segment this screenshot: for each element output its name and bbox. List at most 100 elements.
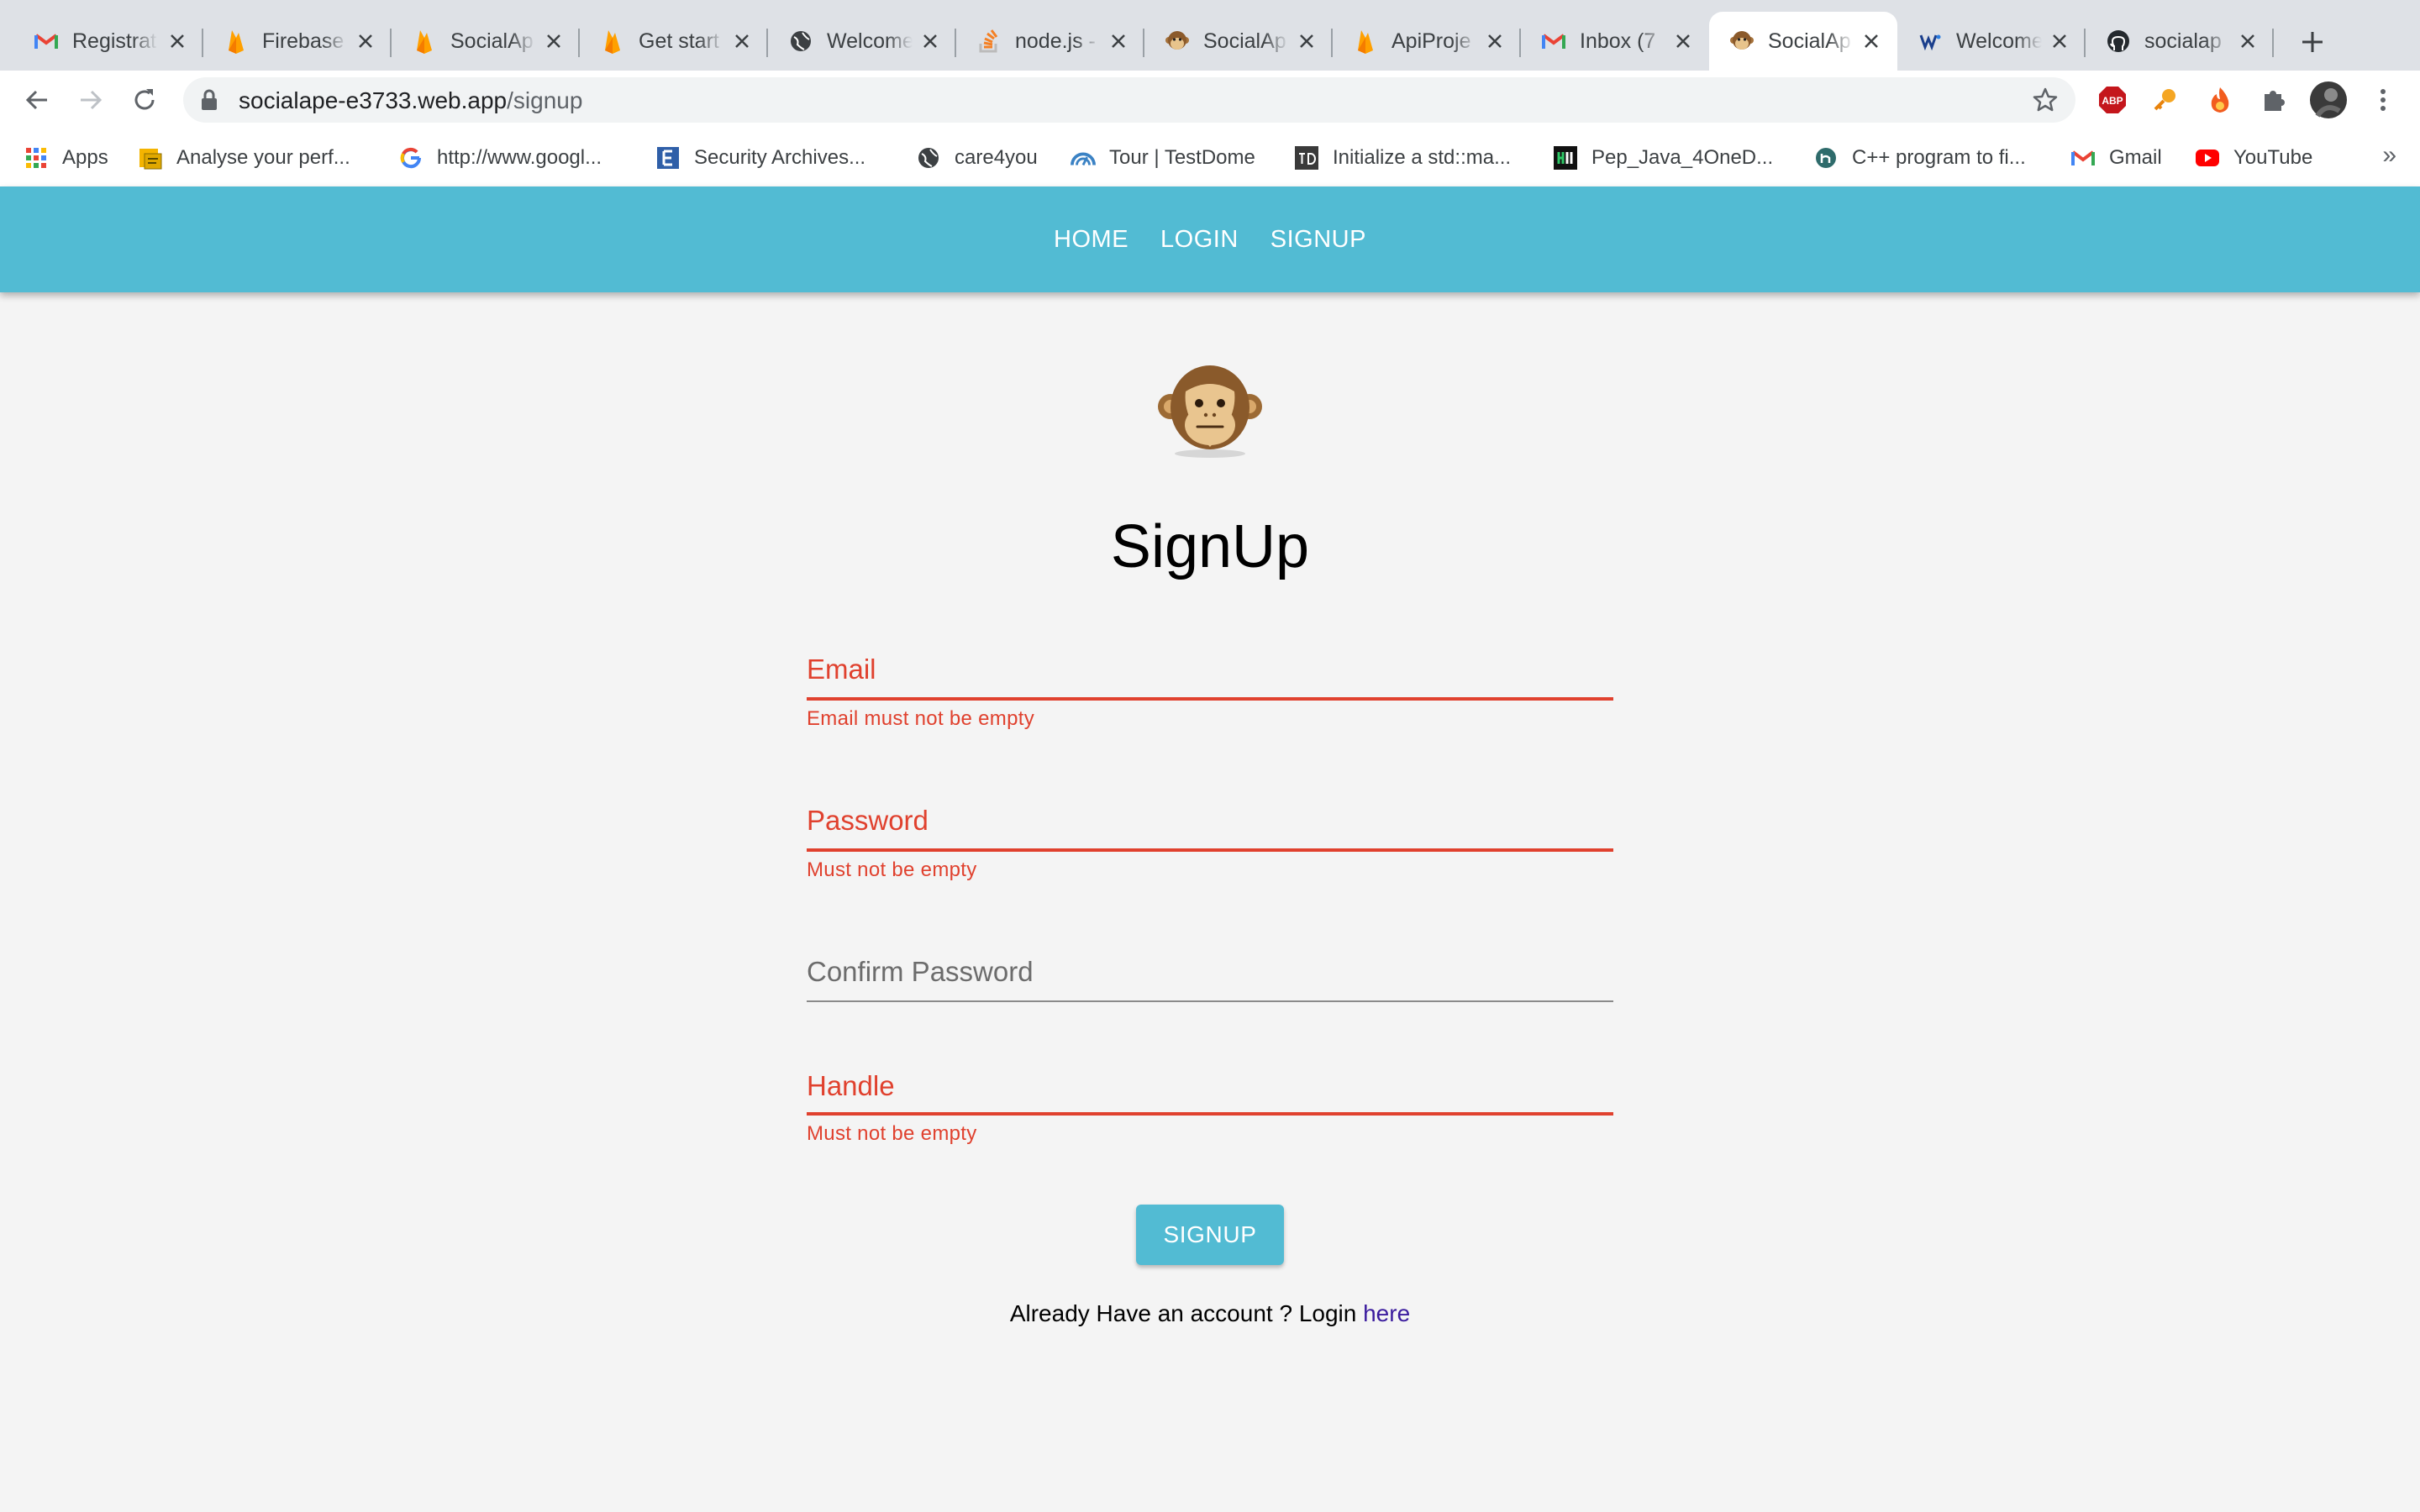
tab-title: SocialAp: [450, 29, 534, 53]
tab-title: Get start: [639, 29, 719, 53]
bookmark-gmail[interactable]: Gmail: [2070, 143, 2162, 173]
close-icon[interactable]: [1672, 30, 1694, 52]
browser-tab[interactable]: node.js -: [956, 12, 1144, 71]
page-title: SignUp: [1110, 513, 1310, 580]
password-label: Password: [807, 805, 929, 836]
close-icon[interactable]: [919, 30, 941, 52]
browser-tab[interactable]: ApiProje: [1333, 12, 1521, 71]
reload-button[interactable]: [124, 80, 165, 120]
adblock-label: ABP: [2102, 95, 2123, 107]
confirm-password-field[interactable]: Confirm Password: [807, 956, 1613, 1006]
bookmarks-overflow-button[interactable]: »: [2382, 141, 2396, 170]
email-field[interactable]: Email Email must not be empty: [807, 654, 1613, 746]
bookmark-youtube[interactable]: YouTube: [2195, 143, 2312, 173]
bookmark-label: care4you: [955, 146, 1038, 169]
arrow-right-icon: [81, 90, 103, 110]
monkey-icon: [1729, 29, 1754, 54]
logo-icon: [1918, 29, 1943, 54]
nav-signup-link[interactable]: SIGNUP: [1270, 219, 1366, 260]
bookmark-item[interactable]: Tour | TestDome: [1071, 143, 1255, 173]
close-icon[interactable]: [731, 30, 753, 52]
plus-icon: [2302, 32, 2323, 52]
close-icon[interactable]: [1296, 30, 1318, 52]
browser-tab[interactable]: Get start: [580, 12, 768, 71]
monkey-logo-icon: [1157, 360, 1263, 460]
bookmark-label: Initialize a std::ma...: [1333, 146, 1512, 169]
login-prompt: Already Have an account ? Login here: [0, 1300, 2420, 1327]
close-icon[interactable]: [1484, 30, 1506, 52]
tab-title: Registrat: [72, 29, 157, 53]
login-prompt-text: Already Have an account ? Login: [1009, 1300, 1357, 1326]
fire-extension-icon[interactable]: [2203, 83, 2237, 117]
lock-icon: [200, 89, 218, 115]
profile-avatar[interactable]: [2309, 81, 2348, 119]
confirm-password-label: Confirm Password: [807, 956, 1034, 987]
password-underline: [807, 848, 1613, 852]
bookmark-label: Apps: [62, 146, 108, 169]
browser-tab[interactable]: Registrat: [0, 12, 203, 71]
email-label: Email: [807, 654, 876, 685]
address-bar[interactable]: socialape-e3733.web.app/signup: [183, 77, 2075, 123]
globe-icon: [916, 145, 941, 171]
bookmark-item[interactable]: care4you: [916, 143, 1038, 173]
close-icon[interactable]: [543, 30, 565, 52]
bookmark-item[interactable]: Initialize a std::ma...: [1294, 143, 1511, 173]
signup-button[interactable]: SIGNUP: [1136, 1205, 1284, 1265]
bookmarks-bar: Apps Analyse your perf... http://www.goo…: [0, 129, 2420, 187]
close-icon[interactable]: [355, 30, 376, 52]
monkey-icon: [1165, 29, 1190, 54]
close-icon[interactable]: [1860, 30, 1882, 52]
close-icon[interactable]: [2237, 30, 2259, 52]
close-icon[interactable]: [166, 30, 188, 52]
bookmark-apps[interactable]: Apps: [24, 143, 108, 173]
bookmark-item[interactable]: Security Archives...: [655, 143, 865, 173]
email-error-text: Email must not be empty: [807, 707, 1035, 730]
puzzle-extensions-icon[interactable]: [2257, 83, 2291, 117]
close-icon[interactable]: [1107, 30, 1129, 52]
key-extension-icon[interactable]: [2149, 83, 2183, 117]
back-button[interactable]: [17, 80, 57, 120]
login-here-link[interactable]: here: [1363, 1300, 1410, 1326]
forward-button[interactable]: [71, 80, 111, 120]
browser-tab[interactable]: SocialAp: [392, 12, 580, 71]
browser-tab[interactable]: SocialAp: [1144, 12, 1333, 71]
browser-menu-button[interactable]: [2366, 83, 2400, 117]
gmail-icon: [34, 29, 59, 54]
apps-grid-icon: [24, 145, 49, 171]
star-icon[interactable]: [2032, 87, 2059, 118]
bookmark-label: Analyse your perf...: [176, 146, 350, 169]
password-field[interactable]: Password Must not be empty: [807, 805, 1613, 897]
close-icon[interactable]: [2049, 30, 2070, 52]
confirm-password-underline: [807, 1000, 1613, 1002]
bookmark-label: Pep_Java_4OneD...: [1591, 146, 1774, 169]
url-text[interactable]: socialape-e3733.web.app/signup: [239, 87, 582, 114]
tab-title: ApiProje: [1392, 29, 1471, 53]
handle-field[interactable]: Handle Must not be empty: [807, 1070, 1613, 1163]
browser-tab[interactable]: socialap: [2086, 12, 2274, 71]
adblock-extension-icon[interactable]: ABP: [2096, 83, 2129, 117]
github-icon: [2106, 29, 2131, 54]
google-icon: [398, 145, 424, 171]
url-host: socialape-e3733.web.app: [239, 87, 508, 113]
bookmark-item[interactable]: C++ program to fi...: [1813, 143, 2026, 173]
password-error-text: Must not be empty: [807, 858, 977, 881]
tab-title: Welcome: [1956, 29, 2042, 53]
handle-underline: [807, 1112, 1613, 1116]
bookmark-label: YouTube: [2233, 146, 2313, 169]
nav-login-link[interactable]: LOGIN: [1160, 219, 1239, 260]
bookmark-item[interactable]: http://www.googl...: [398, 143, 602, 173]
tab-title: SocialAp: [1203, 29, 1286, 53]
handle-label: Handle: [807, 1070, 895, 1101]
tab-title: Inbox (7: [1580, 29, 1656, 53]
nav-home-link[interactable]: HOME: [1054, 219, 1128, 260]
browser-tab[interactable]: Firebase: [203, 12, 392, 71]
bookmark-item[interactable]: Pep_Java_4OneD...: [1553, 143, 1773, 173]
browser-tab[interactable]: Welcome: [1897, 12, 2086, 71]
bookmark-label: http://www.googl...: [437, 146, 602, 169]
gmail-icon: [1541, 29, 1566, 54]
new-tab-button[interactable]: [2294, 24, 2331, 60]
bookmark-item[interactable]: Analyse your perf...: [138, 143, 350, 173]
browser-tab-active[interactable]: SocialAp: [1709, 12, 1897, 71]
browser-tab[interactable]: Inbox (7: [1521, 12, 1709, 71]
browser-tab[interactable]: Welcome: [768, 12, 956, 71]
